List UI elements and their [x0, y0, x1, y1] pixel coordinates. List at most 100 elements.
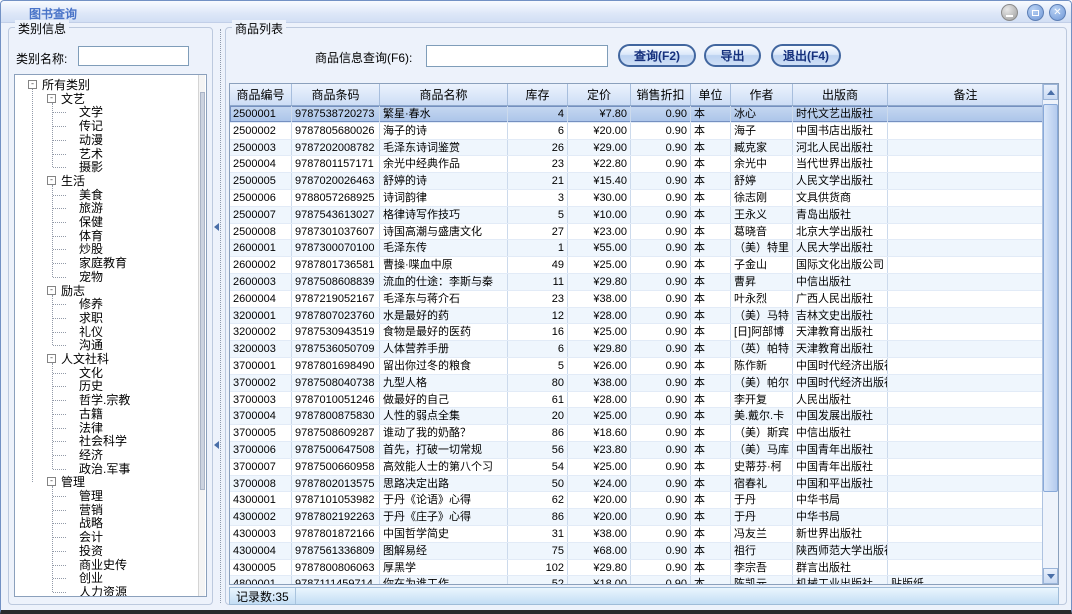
tree-item-sub[interactable]: 家庭教育	[15, 256, 197, 270]
splitter-collapse-arrow-top[interactable]	[214, 223, 219, 231]
tree-expander-icon[interactable]: -	[47, 477, 56, 486]
table-row[interactable]: 37000039787010051246做最好的自己61¥28.000.90本李…	[230, 392, 1058, 409]
table-row[interactable]: 32000019787807023760水是最好的药12¥28.000.90本（…	[230, 308, 1058, 325]
tree-item-sub[interactable]: 法律	[15, 421, 197, 435]
table-row[interactable]: 25000039787202008782毛泽东诗词鉴赏26¥29.000.90本…	[230, 140, 1058, 157]
exit-button[interactable]: 退出(F4)	[771, 44, 841, 67]
tree-item-sub[interactable]: 艺术	[15, 147, 197, 161]
tree-scrollbar-thumb[interactable]	[200, 92, 205, 490]
table-row[interactable]: 32000029787530943519食物是最好的医药16¥25.000.90…	[230, 324, 1058, 341]
column-header-stock[interactable]: 库存	[508, 84, 568, 105]
close-button[interactable]: ✕	[1049, 4, 1066, 21]
tree-item-sub[interactable]: 体育	[15, 229, 197, 243]
column-header-barcode[interactable]: 商品条码	[292, 84, 380, 105]
table-row[interactable]: 26000049787219052167毛泽东与蒋介石23¥38.000.90本…	[230, 291, 1058, 308]
tree-item-sub[interactable]: 保健	[15, 215, 197, 229]
table-row[interactable]: 48000019787111459714你在为谁工作52¥18.000.90本陈…	[230, 576, 1058, 585]
column-header-remark[interactable]: 备注	[888, 84, 1044, 105]
tree-item-sub[interactable]: 炒股	[15, 242, 197, 256]
tree-item-sub[interactable]: 营销	[15, 503, 197, 517]
tree-item-sub[interactable]: 传记	[15, 119, 197, 133]
tree-expander-icon[interactable]: -	[28, 80, 37, 89]
tree-expander-icon[interactable]: -	[47, 354, 56, 363]
column-header-publisher[interactable]: 出版商	[793, 84, 888, 105]
query-button[interactable]: 查询(F2)	[618, 44, 696, 67]
column-header-product-id[interactable]: 商品编号	[230, 84, 292, 105]
table-row[interactable]: 37000029787508040738九型人格80¥38.000.90本（美）…	[230, 375, 1058, 392]
table-row[interactable]: 37000069787500647508首先，打破一切常规56¥23.800.9…	[230, 442, 1058, 459]
tree-item-sub[interactable]: 社会科学	[15, 434, 197, 448]
table-row[interactable]: 37000089787802013575思路决定出路50¥24.000.90本宿…	[230, 476, 1058, 493]
column-header-author[interactable]: 作者	[731, 84, 793, 105]
tree-item-cat[interactable]: -人文社科	[15, 352, 197, 366]
tree-item-sub[interactable]: 管理	[15, 489, 197, 503]
column-header-product-name[interactable]: 商品名称	[380, 84, 508, 105]
table-row[interactable]: 25000059787020026463舒婷的诗21¥15.400.90本舒婷人…	[230, 173, 1058, 190]
tree-item-sub[interactable]: 沟通	[15, 338, 197, 352]
table-scrollbar[interactable]	[1042, 84, 1058, 584]
tree-item-sub[interactable]: 文学	[15, 105, 197, 119]
tree-item-sub[interactable]: 历史	[15, 379, 197, 393]
tree-item-sub[interactable]: 礼仪	[15, 325, 197, 339]
column-header-unit[interactable]: 单位	[691, 84, 731, 105]
tree-item-all[interactable]: -所有类别	[15, 78, 197, 92]
table-row[interactable]: 32000039787536050709人体营养手册6¥29.800.90本（英…	[230, 341, 1058, 358]
maximize-button[interactable]	[1027, 4, 1044, 21]
table-row[interactable]: 26000019787300070100毛泽东传1¥55.000.90本（美）特…	[230, 240, 1058, 257]
table-row[interactable]: 37000019787801698490留出你过冬的粮食5¥26.000.90本…	[230, 358, 1058, 375]
tree-item-sub[interactable]: 美食	[15, 188, 197, 202]
tree-item-cat[interactable]: -励志	[15, 284, 197, 298]
tree-item-sub[interactable]: 投资	[15, 544, 197, 558]
table-row[interactable]: 26000039787508608839流血的仕途：李斯与秦11¥29.800.…	[230, 274, 1058, 291]
tree-expander-icon[interactable]: -	[47, 94, 56, 103]
scroll-up-button[interactable]	[1043, 84, 1058, 100]
tree-item-sub[interactable]: 古籍	[15, 407, 197, 421]
column-header-discount[interactable]: 销售折扣	[631, 84, 691, 105]
tree-item-sub[interactable]: 哲学.宗教	[15, 393, 197, 407]
tree-item-sub[interactable]: 摄影	[15, 160, 197, 174]
table-row[interactable]: 26000029787801736581曹操·喋血中原49¥25.000.90本…	[230, 257, 1058, 274]
tree-item-sub[interactable]: 商业史传	[15, 558, 197, 572]
table-row[interactable]: 25000029787805680026海子的诗6¥20.000.90本海子中国…	[230, 123, 1058, 140]
tree-item-cat[interactable]: -管理	[15, 475, 197, 489]
table-row[interactable]: 43000039787801872166中国哲学简史31¥38.000.90本冯…	[230, 526, 1058, 543]
category-name-input[interactable]	[78, 46, 189, 66]
tree-expander-icon[interactable]: -	[47, 286, 56, 295]
tree-item-sub[interactable]: 修养	[15, 297, 197, 311]
tree-item-sub[interactable]: 经济	[15, 448, 197, 462]
table-row[interactable]: 25000079787543613027格律诗写作技巧5¥10.000.90本王…	[230, 207, 1058, 224]
tree-item-sub[interactable]: 创业	[15, 571, 197, 585]
table-scrollbar-thumb[interactable]	[1043, 104, 1058, 492]
tree-item-sub[interactable]: 旅游	[15, 201, 197, 215]
table-row[interactable]: 43000029787802192263于丹《庄子》心得86¥20.000.90…	[230, 509, 1058, 526]
table-row[interactable]: 25000069788057268925诗词韵律3¥30.000.90本徐志刚文…	[230, 190, 1058, 207]
tree-item-cat[interactable]: -生活	[15, 174, 197, 188]
tree-item-sub[interactable]: 政治.军事	[15, 462, 197, 476]
tree-item-sub[interactable]: 会计	[15, 530, 197, 544]
tree-scrollbar[interactable]	[198, 75, 205, 596]
tree-item-sub[interactable]: 宠物	[15, 270, 197, 284]
tree-item-sub[interactable]: 文化	[15, 366, 197, 380]
table-row[interactable]: 43000019787101053982于丹《论语》心得62¥20.000.90…	[230, 492, 1058, 509]
table-row[interactable]: 25000049787801157171余光中经典作品23¥22.800.90本…	[230, 156, 1058, 173]
minimize-button[interactable]	[1001, 4, 1018, 21]
table-row[interactable]: 25000089787301037607诗国高潮与盛唐文化27¥23.000.9…	[230, 224, 1058, 241]
tree-expander-icon[interactable]: -	[47, 176, 56, 185]
tree-item-sub[interactable]: 战略	[15, 516, 197, 530]
panel-splitter[interactable]	[214, 25, 223, 607]
product-search-input[interactable]	[426, 45, 608, 67]
table-row[interactable]: 43000049787561336809图解易经75¥68.000.90本祖行陕…	[230, 543, 1058, 560]
tree-item-sub[interactable]: 动漫	[15, 133, 197, 147]
table-row[interactable]: 37000079787500660958高效能人士的第八个习54¥25.000.…	[230, 459, 1058, 476]
table-row[interactable]: 43000059787800806063厚黑学102¥29.800.90本李宗吾…	[230, 560, 1058, 577]
tree-item-cat[interactable]: -文艺	[15, 92, 197, 106]
table-row[interactable]: 25000019787538720273繁星·春水4¥7.800.90本冰心时代…	[230, 106, 1058, 123]
splitter-collapse-arrow-bottom[interactable]	[214, 441, 219, 449]
tree-item-sub[interactable]: 求职	[15, 311, 197, 325]
title-bar[interactable]: 图书查询 ✕	[1, 1, 1071, 23]
table-row[interactable]: 37000049787800875830人性的弱点全集20¥25.000.90本…	[230, 408, 1058, 425]
category-tree[interactable]: -所有类别-文艺文学传记动漫艺术摄影-生活美食旅游保健体育炒股家庭教育宠物-励志…	[14, 74, 207, 597]
column-header-price[interactable]: 定价	[568, 84, 631, 105]
table-row[interactable]: 37000059787508609287谁动了我的奶酪？86¥18.600.90…	[230, 425, 1058, 442]
export-button[interactable]: 导出	[704, 44, 761, 67]
